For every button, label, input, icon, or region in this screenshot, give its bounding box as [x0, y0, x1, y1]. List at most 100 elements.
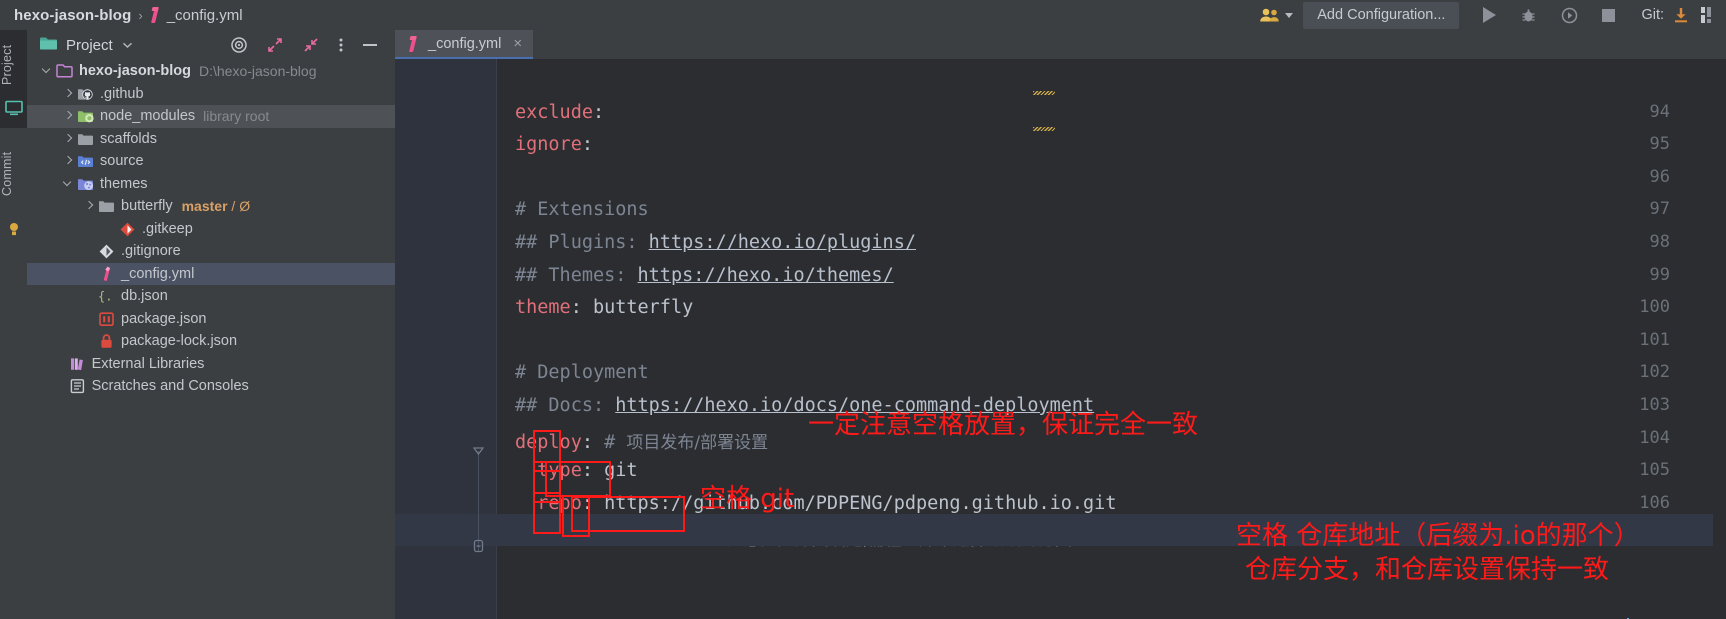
annotation-box-branch-master [571, 496, 685, 532]
tree-item-sublabel: library root [203, 108, 270, 125]
users-icon[interactable] [1257, 0, 1283, 30]
source-folder-icon [77, 153, 94, 169]
hide-panel-icon[interactable] [362, 36, 378, 54]
tree-item-label: package-lock.json [121, 333, 238, 350]
annotation-space-repo-url: 空格 仓库地址（后缀为.io的那个） [1236, 521, 1640, 551]
code-token: butterfly [592, 297, 694, 319]
scratches-icon [69, 378, 86, 394]
code-line[interactable]: theme: butterfly [515, 297, 693, 318]
tree-item-butterfly[interactable]: butterfly master / Ø [27, 195, 395, 218]
code-token: ## Plugins: [515, 232, 649, 253]
folder-icon [39, 35, 58, 56]
annotation-space-git: 空格 git [700, 484, 795, 514]
chevron-right-icon[interactable] [83, 200, 95, 212]
chevron-right-icon[interactable] [62, 88, 74, 100]
code-token: # [592, 431, 627, 453]
tool-tab-commit[interactable]: Commit [0, 138, 27, 210]
monitor-icon[interactable] [5, 100, 23, 121]
tree-item-label: db.json [121, 288, 168, 305]
git-label: Git: [1641, 7, 1664, 23]
chevron-right-icon[interactable] [62, 155, 74, 167]
tree-item-themes[interactable]: themes [27, 173, 395, 196]
tree-item-config-yml[interactable]: _config.yml [27, 262, 395, 285]
library-folder-icon [77, 108, 94, 124]
tree-item-sublabel: D:\hexo-jason-blog [198, 63, 317, 80]
tree-item-label: .gitignore [121, 243, 181, 260]
code-token: # Deployment [515, 362, 649, 384]
code-line[interactable]: ## Themes: https://hexo.io/themes/ [515, 265, 894, 286]
tree-item-hexo-jason-blog[interactable]: hexo-jason-blog D:\hexo-jason-blog [27, 60, 395, 83]
project-toolbar-actions [221, 30, 387, 60]
inspection-squiggle [1033, 91, 1055, 95]
code-line[interactable]: exclude: [515, 102, 604, 123]
more-options-icon[interactable] [338, 36, 344, 54]
chevron-down-icon[interactable] [122, 36, 133, 54]
debug-bug-icon[interactable] [1520, 0, 1537, 30]
expand-all-icon[interactable] [266, 36, 284, 54]
tree-item-scratches-and-consoles[interactable]: Scratches and Consoles [27, 375, 395, 398]
git-file-icon [119, 221, 136, 237]
tree-item-label: butterfly [121, 198, 173, 215]
code-line[interactable]: # Extensions [515, 199, 649, 220]
navbar-actions: Add Configuration... Git: [1257, 0, 1726, 30]
tree-item-label: scaffolds [100, 130, 157, 147]
code-line[interactable]: # Deployment [515, 362, 649, 383]
tree-item-label: _config.yml [121, 265, 195, 282]
tree-item-source[interactable]: source [27, 150, 395, 173]
github-folder-icon [77, 86, 94, 102]
commit-icon[interactable] [1700, 0, 1716, 30]
tree-item-github[interactable]: .github [27, 83, 395, 106]
project-toolbar: Project [27, 30, 395, 60]
code-token: ignore [515, 134, 582, 156]
chevron-right-icon[interactable] [62, 133, 74, 145]
close-icon[interactable]: × [513, 35, 522, 52]
code-line[interactable]: ignore: [515, 134, 593, 155]
chevron-down-icon[interactable] [1285, 12, 1294, 18]
code-fold-collapse-icon[interactable] [472, 444, 485, 456]
chevron-right-icon[interactable] [62, 110, 74, 122]
tree-item-gitkeep[interactable]: .gitkeep [27, 218, 395, 241]
json-file-icon: {..} [98, 288, 115, 304]
stop-icon[interactable] [1602, 8, 1616, 22]
tree-item-scaffolds[interactable]: scaffolds [27, 128, 395, 151]
editor-tab-config-yml[interactable]: _config.yml × [395, 30, 534, 59]
tree-item-db-json[interactable]: {..} db.json [27, 285, 395, 308]
run-with-coverage-icon[interactable] [1561, 0, 1578, 30]
code-token: : [592, 101, 605, 123]
tool-tab-project[interactable]: Project [0, 34, 27, 96]
gitignore-icon [98, 243, 115, 259]
editor-scrollbar[interactable] [1713, 88, 1726, 619]
chevron-down-icon[interactable] [62, 178, 74, 190]
code-token: : [570, 297, 593, 319]
run-icon[interactable] [1483, 7, 1497, 23]
chevron-down-icon[interactable] [41, 65, 53, 77]
editor-tab-strip: _config.yml × [395, 30, 1726, 59]
breadcrumb-file[interactable]: _config.yml [167, 7, 243, 24]
tree-item-ignored-icon: Ø [239, 198, 251, 215]
code-fold-end-icon[interactable] [473, 539, 484, 553]
code-token: # Extensions [515, 199, 649, 221]
update-project-icon[interactable] [1672, 0, 1690, 30]
code-fold-line [478, 451, 479, 551]
bulb-icon[interactable] [8, 222, 20, 242]
code-token: : [581, 134, 593, 156]
tree-item-package-lock-json[interactable]: package-lock.json [27, 330, 395, 353]
breadcrumb-project[interactable]: hexo-jason-blog [14, 7, 131, 24]
yml-file-icon [98, 266, 115, 282]
tree-item-node-modules[interactable]: node_modules library root [27, 105, 395, 128]
locate-target-icon[interactable] [230, 36, 248, 54]
tree-item-external-libraries[interactable]: External Libraries [27, 353, 395, 376]
collapse-all-icon[interactable] [302, 36, 320, 54]
tree-item-gitignore[interactable]: .gitignore [27, 240, 395, 263]
code-token: theme [515, 297, 571, 319]
tree-item-label: .github [100, 85, 144, 102]
add-configuration-button[interactable]: Add Configuration... [1303, 1, 1460, 29]
navigation-bar: hexo-jason-blog › _config.yml Add Config… [0, 0, 1726, 30]
tree-item-branch: master / [181, 198, 236, 215]
code-line[interactable]: ## Plugins: https://hexo.io/plugins/ [515, 232, 916, 253]
tree-item-package-json[interactable]: package.json [27, 308, 395, 331]
